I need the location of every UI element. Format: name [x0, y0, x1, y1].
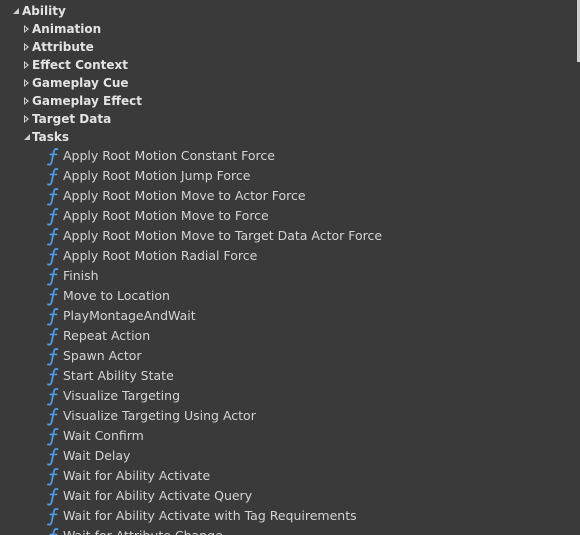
- function-f-icon: [47, 388, 59, 406]
- function-item[interactable]: Move to Location: [46, 286, 170, 306]
- function-f-icon: [47, 208, 59, 226]
- function-item[interactable]: Start Ability State: [46, 366, 174, 386]
- triangle-right-icon[interactable]: [24, 43, 29, 51]
- function-label: Visualize Targeting Using Actor: [63, 408, 256, 423]
- tree-category-ability[interactable]: Ability: [13, 2, 66, 20]
- tree-category-target-data[interactable]: Target Data: [24, 110, 111, 128]
- function-item[interactable]: Wait for Ability Activate Query: [46, 486, 252, 506]
- function-f-icon: [47, 448, 59, 466]
- tree-category-effect-context[interactable]: Effect Context: [24, 56, 128, 74]
- function-f-icon: [47, 148, 59, 166]
- function-f-icon: [47, 248, 59, 266]
- function-label: Finish: [63, 268, 99, 283]
- function-label: Wait for Ability Activate with Tag Requi…: [63, 508, 357, 523]
- function-item[interactable]: Apply Root Motion Constant Force: [46, 146, 275, 166]
- function-item[interactable]: Visualize Targeting Using Actor: [46, 406, 256, 426]
- function-label: Wait Confirm: [63, 428, 144, 443]
- function-label: Visualize Targeting: [63, 388, 181, 403]
- category-label: Tasks: [32, 130, 70, 144]
- function-label: Spawn Actor: [63, 348, 142, 363]
- category-label: Attribute: [32, 40, 94, 54]
- function-f-icon: [47, 168, 59, 186]
- function-label: Apply Root Motion Move to Target Data Ac…: [63, 228, 383, 243]
- function-item[interactable]: Finish: [46, 266, 99, 286]
- function-f-icon: [47, 468, 59, 486]
- function-label: Apply Root Motion Jump Force: [63, 168, 251, 183]
- triangle-right-icon[interactable]: [24, 61, 29, 69]
- function-item[interactable]: Apply Root Motion Radial Force: [46, 246, 257, 266]
- function-label: Wait for Ability Activate: [63, 468, 211, 483]
- tree-category-tasks[interactable]: Tasks: [24, 128, 69, 146]
- blueprint-action-tree: Ability Animation Attribute Effect Conte…: [0, 0, 580, 535]
- function-f-icon: [47, 268, 59, 286]
- function-f-icon: [47, 288, 59, 306]
- function-item[interactable]: Wait Delay: [46, 446, 130, 466]
- category-label: Ability: [22, 4, 66, 18]
- function-item[interactable]: Visualize Targeting: [46, 386, 180, 406]
- category-label: Animation: [32, 22, 102, 36]
- category-label: Target Data: [32, 112, 112, 126]
- function-item[interactable]: Wait for Attribute Change: [46, 526, 223, 535]
- function-item[interactable]: Apply Root Motion Jump Force: [46, 166, 250, 186]
- function-label: Apply Root Motion Move to Actor Force: [63, 188, 306, 203]
- triangle-right-icon[interactable]: [24, 115, 29, 123]
- function-label: Apply Root Motion Radial Force: [63, 248, 258, 263]
- function-f-icon: [49, 528, 59, 535]
- function-item[interactable]: Wait Confirm: [46, 426, 144, 446]
- function-f-icon: [47, 408, 59, 426]
- tree-category-gameplay-effect[interactable]: Gameplay Effect: [24, 92, 142, 110]
- function-item[interactable]: Apply Root Motion Move to Target Data Ac…: [46, 226, 382, 246]
- function-item[interactable]: Wait for Ability Activate with Tag Requi…: [46, 506, 357, 526]
- triangle-down-icon[interactable]: [13, 8, 19, 14]
- function-item[interactable]: Apply Root Motion Move to Actor Force: [46, 186, 306, 206]
- function-item[interactable]: Apply Root Motion Move to Force: [46, 206, 269, 226]
- function-f-icon: [47, 228, 59, 246]
- category-label: Effect Context: [32, 58, 129, 72]
- triangle-down-icon[interactable]: [24, 134, 30, 140]
- triangle-right-icon[interactable]: [24, 97, 29, 105]
- category-label: Gameplay Effect: [32, 94, 142, 108]
- tree-category-attribute[interactable]: Attribute: [24, 38, 94, 56]
- function-f-icon: [47, 488, 59, 506]
- function-label: Wait for Ability Activate Query: [63, 488, 253, 503]
- function-item[interactable]: Repeat Action: [46, 326, 150, 346]
- tree-category-animation[interactable]: Animation: [24, 20, 101, 38]
- function-label: PlayMontageAndWait: [63, 308, 196, 323]
- function-item[interactable]: PlayMontageAndWait: [46, 306, 196, 326]
- function-f-icon: [47, 308, 59, 326]
- function-label: Apply Root Motion Move to Force: [63, 208, 269, 223]
- category-label: Gameplay Cue: [32, 76, 129, 90]
- function-f-icon: [47, 508, 59, 526]
- function-f-icon: [47, 348, 59, 366]
- function-label: Wait Delay: [63, 448, 131, 463]
- function-f-icon: [47, 368, 59, 386]
- function-f-icon: [47, 328, 59, 346]
- function-item[interactable]: Wait for Ability Activate: [46, 466, 210, 486]
- tree-category-gameplay-cue[interactable]: Gameplay Cue: [24, 74, 129, 92]
- function-label: Move to Location: [63, 288, 170, 303]
- function-label: Repeat Action: [63, 328, 151, 343]
- function-label: Start Ability State: [63, 368, 174, 383]
- function-f-icon: [47, 188, 59, 206]
- triangle-right-icon[interactable]: [24, 79, 29, 87]
- function-f-icon: [47, 428, 59, 446]
- function-item[interactable]: Spawn Actor: [46, 346, 142, 366]
- triangle-right-icon[interactable]: [24, 25, 29, 33]
- function-label: Apply Root Motion Constant Force: [63, 148, 275, 163]
- function-label: Wait for Attribute Change: [63, 526, 223, 535]
